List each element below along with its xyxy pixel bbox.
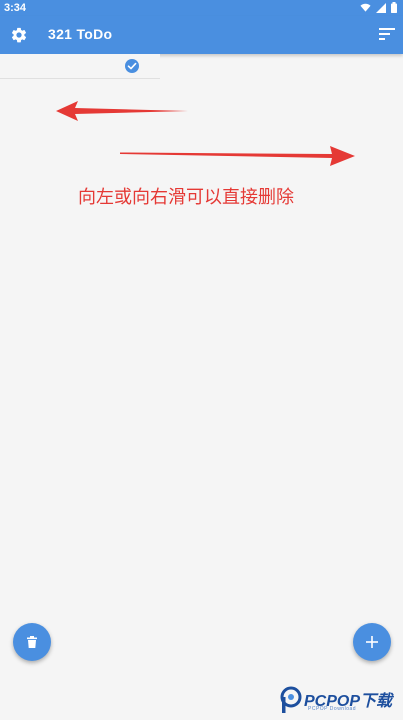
todo-item[interactable] bbox=[0, 54, 160, 79]
swipe-hint-text: 向左或向右滑可以直接删除 bbox=[78, 187, 294, 207]
battery-icon bbox=[391, 2, 397, 13]
watermark-sub: PCPOP Download bbox=[308, 706, 357, 712]
status-time: 3:34 bbox=[4, 2, 27, 14]
wifi-icon bbox=[360, 3, 371, 12]
trash-icon bbox=[27, 636, 37, 648]
app-bar: 321 ToDo bbox=[0, 16, 403, 54]
gear-icon[interactable] bbox=[10, 26, 28, 44]
delete-button[interactable] bbox=[13, 623, 51, 661]
plus-icon bbox=[366, 636, 378, 648]
signal-icon bbox=[376, 2, 386, 13]
status-icons bbox=[360, 2, 397, 13]
page-title: 321 ToDo bbox=[48, 26, 113, 42]
check-icon[interactable] bbox=[125, 59, 139, 73]
swipe-right-arrow bbox=[120, 146, 355, 166]
watermark: PCPOP下载 PCPOP Download bbox=[276, 682, 403, 718]
sort-icon[interactable] bbox=[379, 27, 395, 41]
add-todo-button[interactable] bbox=[353, 623, 391, 661]
pcpop-logo-icon bbox=[280, 686, 302, 713]
status-bar: 3:34 bbox=[0, 0, 403, 16]
swipe-left-arrow bbox=[56, 101, 188, 121]
